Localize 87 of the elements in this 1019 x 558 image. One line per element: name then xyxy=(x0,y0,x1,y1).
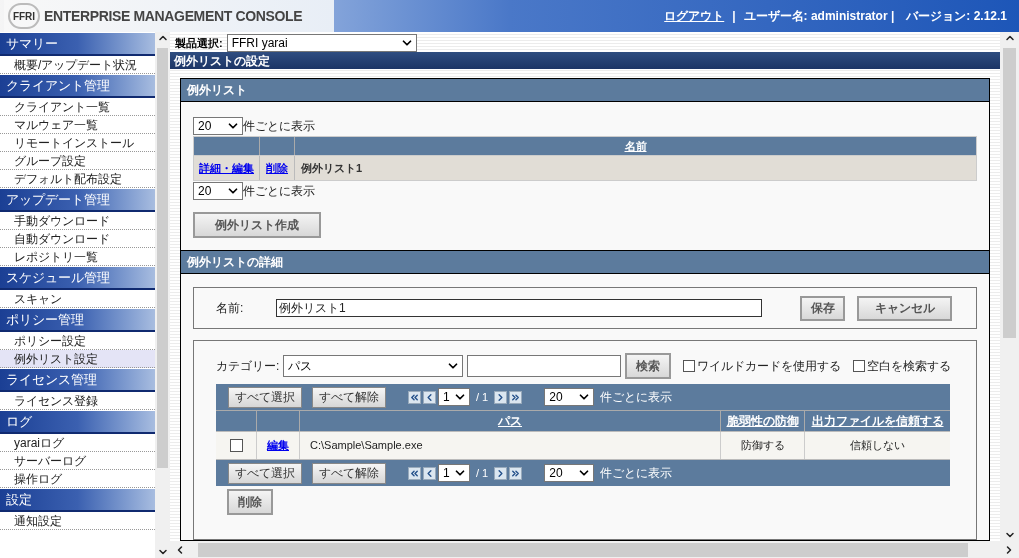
sidebar-section-header: スケジュール管理 xyxy=(0,267,155,290)
separator: | xyxy=(732,8,736,25)
column-header[interactable]: 脆弱性の防御 xyxy=(726,412,799,430)
sidebar-item[interactable]: ポリシー設定 xyxy=(0,332,155,350)
sidebar-section-header: アップデート管理 xyxy=(0,189,155,212)
app-title: ENTERPRISE MANAGEMENT CONSOLE xyxy=(44,6,303,26)
section-header: 例外リストの詳細 xyxy=(181,250,989,274)
page-title-bar: 例外リストの設定 xyxy=(170,52,1000,69)
last-page-icon[interactable] xyxy=(509,390,523,404)
sidebar-item[interactable]: 手動ダウンロード xyxy=(0,212,155,230)
sidebar-section-header: ポリシー管理 xyxy=(0,309,155,332)
sidebar-item[interactable]: 自動ダウンロード xyxy=(0,230,155,248)
sidebar-section-header: クライアント管理 xyxy=(0,75,155,98)
page-total: / 1 xyxy=(476,465,489,481)
per-page-label: 件ごとに表示 xyxy=(243,118,315,135)
page-scrollbar[interactable] xyxy=(1000,32,1019,541)
sidebar-item[interactable]: グループ設定 xyxy=(0,152,155,170)
clear-all-button[interactable]: すべて解除 xyxy=(312,462,386,484)
sidebar-item[interactable]: 操作ログ xyxy=(0,470,155,488)
search-field[interactable] xyxy=(467,355,622,377)
name-label: 名前: xyxy=(216,300,245,317)
category-label: カテゴリー: xyxy=(216,358,280,375)
section-header: 例外リスト xyxy=(181,79,989,102)
sidebar-item[interactable]: デフォルト配布設定 xyxy=(0,170,155,188)
checkbox-label: ワイルドカードを使用する xyxy=(697,358,842,375)
per-page-label: 件ごとに表示 xyxy=(600,465,673,482)
sidebar-scrollbar[interactable] xyxy=(155,32,170,558)
page-select[interactable]: 1 xyxy=(438,388,470,406)
column-header[interactable]: 出力ファイルを信頼する xyxy=(811,412,944,430)
per-page-label: 件ごとに表示 xyxy=(243,183,315,200)
first-page-icon[interactable] xyxy=(408,390,421,404)
sidebar-item[interactable]: 例外リスト設定 xyxy=(0,350,155,368)
search-button[interactable]: 検索 xyxy=(625,353,672,379)
column-header[interactable]: 名前 xyxy=(624,137,647,155)
create-list-button[interactable]: 例外リスト作成 xyxy=(193,212,321,238)
next-page-icon[interactable] xyxy=(494,390,508,404)
row-checkbox[interactable] xyxy=(229,439,243,452)
column-header[interactable]: パス xyxy=(498,412,522,430)
sidebar-item[interactable]: レポジトリ一覧 xyxy=(0,248,155,266)
logout-link[interactable]: ログアウト xyxy=(664,7,725,25)
version-label: バージョン: 2.12.1 xyxy=(906,8,1007,25)
sidebar-item[interactable]: マルウェア一覧 xyxy=(0,116,155,134)
category-select[interactable]: パス xyxy=(283,355,464,377)
product-label: 製品選択: xyxy=(175,35,223,51)
sidebar-item[interactable]: 通知設定 xyxy=(0,512,155,530)
per-page-select[interactable]: 20 xyxy=(544,464,595,482)
table-cell-text: C:\Sample\Sample.exe xyxy=(310,438,423,454)
cancel-button[interactable]: キャンセル xyxy=(857,295,952,321)
product-select[interactable]: FFRI yarai xyxy=(226,34,417,52)
sidebar-section-header: サマリー xyxy=(0,33,155,56)
delete-link[interactable]: 削除 xyxy=(266,159,288,177)
delete-button[interactable]: 削除 xyxy=(227,489,273,515)
per-page-select[interactable]: 20 xyxy=(193,182,243,200)
logo: FFRI xyxy=(8,3,40,29)
last-page-icon[interactable] xyxy=(509,466,523,480)
sidebar-item[interactable]: ライセンス登録 xyxy=(0,392,155,410)
sidebar-item[interactable]: 概要/アップデート状況 xyxy=(0,56,155,74)
first-page-icon[interactable] xyxy=(408,466,421,480)
edit-link[interactable]: 詳細・編集 xyxy=(199,159,254,177)
save-button[interactable]: 保存 xyxy=(800,295,845,321)
name-field[interactable]: 例外リスト1 xyxy=(276,299,762,317)
checkbox-label: 空白を検索する xyxy=(867,358,952,375)
select-all-button[interactable]: すべて選択 xyxy=(228,386,302,408)
per-page-select[interactable]: 20 xyxy=(544,388,595,406)
checkbox[interactable] xyxy=(683,360,696,372)
clear-all-button[interactable]: すべて解除 xyxy=(312,386,386,408)
previous-page-icon[interactable] xyxy=(423,390,436,404)
per-page-select[interactable]: 20 xyxy=(193,117,243,135)
sidebar-item[interactable]: yaraiログ xyxy=(0,434,155,452)
sidebar-item[interactable]: クライアント一覧 xyxy=(0,98,155,116)
checkbox[interactable] xyxy=(853,360,866,372)
select-all-button[interactable]: すべて選択 xyxy=(228,462,302,484)
page-select[interactable]: 1 xyxy=(438,464,470,482)
horizontal-scrollbar[interactable] xyxy=(170,541,1019,558)
next-page-icon[interactable] xyxy=(494,466,508,480)
table-cell-text: 信頼しない xyxy=(850,438,905,454)
page-total: / 1 xyxy=(476,389,489,405)
edit-link[interactable]: 編集 xyxy=(267,437,289,454)
sidebar-section-header: ライセンス管理 xyxy=(0,369,155,392)
sidebar-item[interactable]: サーバーログ xyxy=(0,452,155,470)
table-cell-text: 例外リスト1 xyxy=(300,160,363,176)
sidebar-section-header: ログ xyxy=(0,411,155,434)
table-cell-text: 防御する xyxy=(740,438,785,454)
previous-page-icon[interactable] xyxy=(423,466,436,480)
per-page-label: 件ごとに表示 xyxy=(600,389,673,406)
sidebar-section-header: 設定 xyxy=(0,489,155,512)
user-name: ユーザー名: administrator | xyxy=(743,8,895,25)
